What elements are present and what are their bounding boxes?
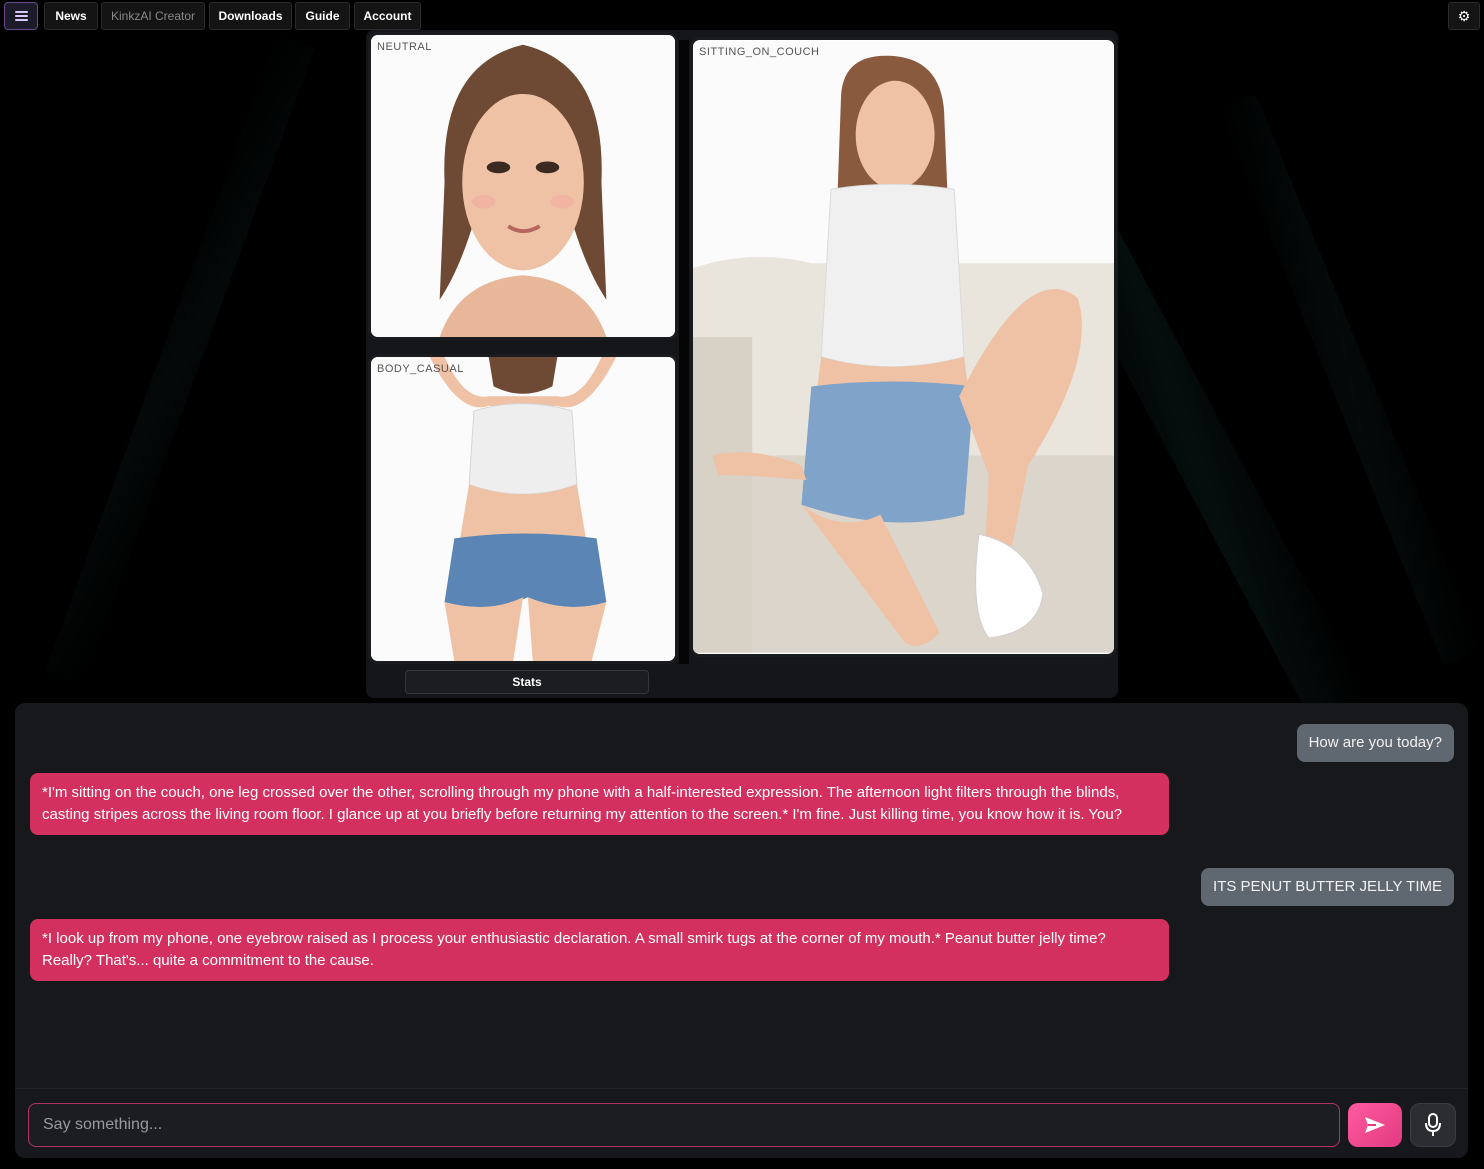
tab-kinkzai-creator[interactable]: KinkzAI Creator (101, 2, 205, 30)
portrait-card-neutral[interactable]: NEUTRAL (368, 32, 678, 340)
settings-button[interactable]: ⚙ (1448, 2, 1480, 30)
portrait-label: SITTING_ON_COUCH (699, 46, 820, 58)
panel-divider (679, 40, 689, 664)
hamburger-icon (14, 11, 28, 21)
menu-button[interactable] (4, 2, 38, 30)
gear-icon: ⚙ (1457, 7, 1471, 24)
character-face-image (371, 35, 675, 337)
portrait-label: NEUTRAL (377, 41, 432, 53)
portrait-card-sitting-on-couch[interactable]: SITTING_ON_COUCH (690, 37, 1117, 657)
background-streak (1219, 94, 1481, 666)
stats-button[interactable]: Stats (405, 670, 649, 694)
tab-account[interactable]: Account (354, 2, 421, 30)
character-couch-image (693, 41, 1114, 653)
user-message: ITS PENUT BUTTER JELLY TIME (1201, 868, 1454, 906)
ai-message: *I look up from my phone, one eyebrow ra… (30, 919, 1169, 981)
user-message: How are you today? (1296, 724, 1454, 762)
microphone-button[interactable] (1410, 1103, 1456, 1147)
portrait-card-body-casual[interactable]: BODY_CASUAL (368, 354, 678, 664)
send-icon (1365, 1117, 1385, 1133)
message-input[interactable] (28, 1103, 1340, 1147)
tab-downloads[interactable]: Downloads (209, 2, 292, 30)
character-body-image (371, 357, 675, 661)
chat-input-row (15, 1088, 1468, 1158)
top-navigation: News KinkzAI Creator Downloads Guide Acc… (0, 0, 1484, 32)
send-button[interactable] (1348, 1103, 1402, 1147)
microphone-icon (1425, 1113, 1441, 1136)
tab-news[interactable]: News (44, 2, 98, 30)
ai-message: *I'm sitting on the couch, one leg cross… (30, 773, 1169, 835)
tab-guide[interactable]: Guide (295, 2, 350, 30)
portrait-label: BODY_CASUAL (377, 363, 464, 375)
chat-panel: How are you today? *I'm sitting on the c… (15, 703, 1468, 1158)
background-streak (44, 33, 316, 687)
